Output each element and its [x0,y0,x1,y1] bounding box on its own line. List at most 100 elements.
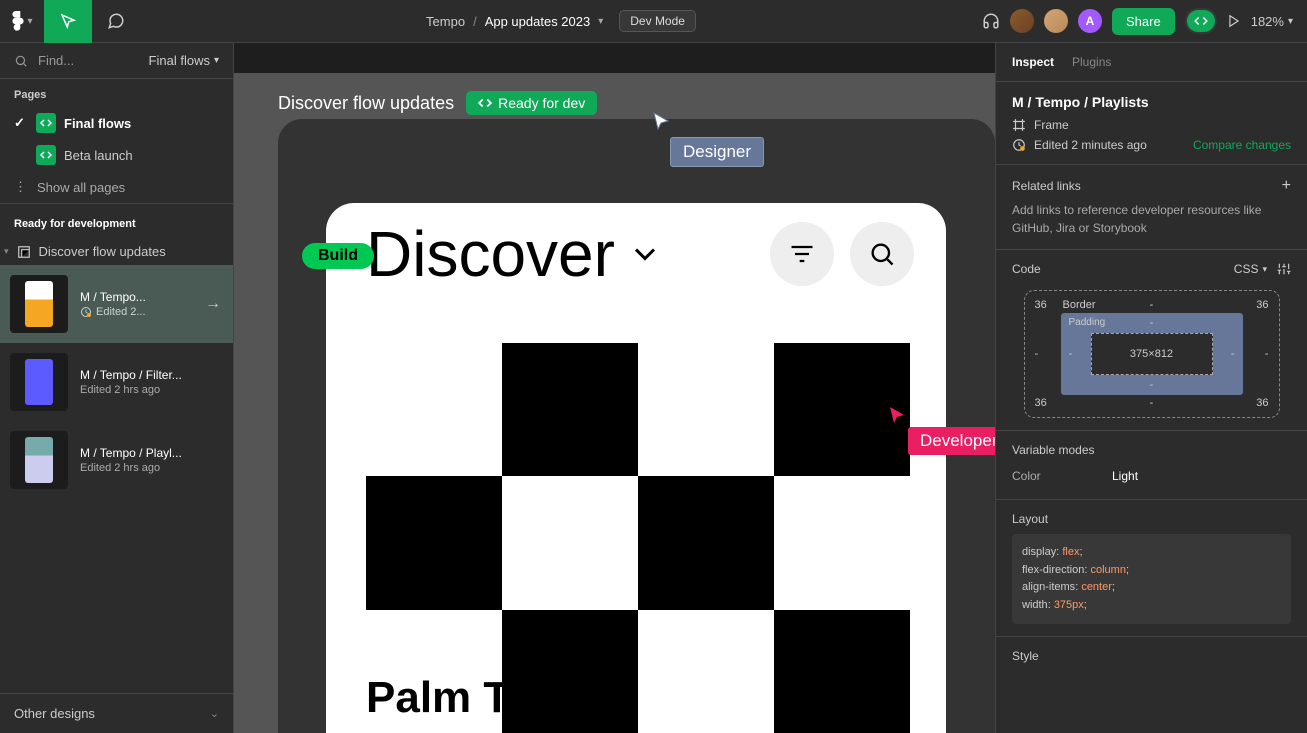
dev-mode-toggle[interactable] [1185,8,1217,34]
search-input[interactable]: Find... [14,53,74,68]
chevron-down-icon[interactable]: ▾ [598,16,603,27]
content-title: Palm Trees [366,673,598,723]
code-icon [1187,10,1215,32]
thumbnail-title: M / Tempo / Playl... [80,446,223,460]
edited-timestamp: Edited 2 minutes ago [1034,138,1147,152]
flow-icon [17,245,31,259]
thumbnail-title: M / Tempo / Filter... [80,368,223,382]
discover-heading: Discover [366,217,663,291]
search-button[interactable] [850,222,914,286]
canvas-frame-header: Discover flow updates Ready for dev [278,91,597,115]
code-language-select[interactable]: CSS ▾ [1234,262,1267,276]
user-avatar-2[interactable] [1044,9,1068,33]
thumbnail [10,431,68,489]
variable-color-value: Light [1112,469,1138,483]
user-avatar-self[interactable]: A [1078,9,1102,33]
ready-section-header: Ready for development [0,203,233,238]
page-item-final-flows[interactable]: ✓ Final flows [0,107,233,139]
zoom-control[interactable]: 182% ▾ [1251,14,1293,29]
topbar-left: ▾ [0,0,140,42]
variable-modes-label: Variable modes [1012,443,1291,457]
thumbnail-title: M / Tempo... [80,290,223,304]
designer-cursor-label: Designer [670,137,764,167]
left-sidebar: Find... Final flows ▾ Pages ✓ Final flow… [0,43,234,733]
page-name: Final flows [64,116,131,131]
pages-header: Pages [0,79,233,107]
chevron-down-icon: ▾ [1262,264,1267,275]
frame-thumbnail-item[interactable]: M / Tempo / Filter... Edited 2 hrs ago [0,343,233,421]
layout-label: Layout [1012,512,1291,526]
settings-icon[interactable] [1277,262,1291,276]
developer-cursor-icon [888,405,908,429]
play-icon[interactable] [1227,14,1241,28]
show-all-label: Show all pages [37,180,125,195]
chevron-down-icon: ▾ [214,55,219,66]
style-label: Style [1012,649,1291,663]
other-designs-section[interactable]: Other designs ⌄ [0,693,233,733]
ready-for-dev-badge[interactable]: Ready for dev [466,91,597,115]
chevron-down-icon: ▾ [1288,16,1293,27]
padding-label: Padding [1069,317,1106,328]
thumbnail [10,353,68,411]
frame-thumbnail-item[interactable]: M / Tempo / Playl... Edited 2 hrs ago [0,421,233,499]
inspect-tabs: Inspect Plugins [996,43,1307,82]
page-name: Beta launch [64,148,133,163]
breadcrumb: Tempo / App updates 2023 ▾ Dev Mode [140,10,982,32]
search-row: Find... Final flows ▾ [0,43,233,79]
zoom-value: 182% [1251,14,1284,29]
padding-box: Padding - - - - 375×812 [1061,313,1243,395]
frame-thumbnail-item[interactable]: M / Tempo... Edited 2... → [0,265,233,343]
frame-type-row: Frame [1012,118,1291,132]
page-item-beta-launch[interactable]: Beta launch [0,139,233,171]
tab-inspect[interactable]: Inspect [1012,55,1054,69]
headphones-icon[interactable] [982,12,1000,30]
search-placeholder: Find... [38,53,74,68]
content-size: 375×812 [1091,333,1213,375]
move-tool-button[interactable] [44,0,92,43]
clock-icon [80,306,92,318]
search-icon [14,54,28,68]
user-avatar-1[interactable] [1010,9,1034,33]
caret-icon: ▾ [4,246,9,257]
page-dropdown[interactable]: Final flows ▾ [149,53,219,68]
share-button[interactable]: Share [1112,8,1175,35]
dots-icon: ⋮ [14,179,27,195]
tab-plugins[interactable]: Plugins [1072,55,1111,69]
css-code-block[interactable]: display: flex; flex-direction: column; a… [1012,534,1291,624]
dev-page-icon [36,145,56,165]
filter-button[interactable] [770,222,834,286]
page-dropdown-label: Final flows [149,53,210,68]
add-link-button[interactable]: + [1282,177,1291,195]
chevron-down-icon: ⌄ [210,707,219,720]
breadcrumb-file[interactable]: App updates 2023 [485,14,591,29]
thumbnail-subtitle: Edited 2 hrs ago [80,462,223,474]
topbar: ▾ Tempo / App updates 2023 ▾ Dev Mode A … [0,0,1307,43]
frame-icon [1012,118,1026,132]
compare-changes-link[interactable]: Compare changes [1193,138,1291,152]
chevron-down-icon [627,236,663,272]
border-label: Border [1063,299,1096,311]
dev-mode-badge[interactable]: Dev Mode [619,10,696,32]
dev-page-icon [36,113,56,133]
right-sidebar: Inspect Plugins M / Tempo / Playlists Fr… [995,43,1307,733]
thumbnail [10,275,68,333]
developer-cursor-label: Developer [908,427,995,455]
search-icon [868,240,896,268]
canvas-frame-title: Discover flow updates [278,93,454,114]
show-all-pages[interactable]: ⋮ Show all pages [0,171,233,203]
breadcrumb-project[interactable]: Tempo [426,14,465,29]
app-screen-mockup: Discover Palm Trees [326,203,946,733]
selected-frame-path: M / Tempo / Playlists [1012,94,1291,110]
thumbnail-subtitle: Edited 2 hrs ago [80,384,223,396]
box-model-diagram: Border 36 36 36 36 - - - - Padding - - -… [1024,290,1280,418]
breadcrumb-separator: / [473,14,477,29]
comment-tool-button[interactable] [92,0,140,43]
canvas[interactable]: Discover flow updates Ready for dev Buil… [234,43,995,733]
filter-icon [788,240,816,268]
code-icon [478,96,492,110]
figma-logo-button[interactable]: ▾ [0,0,44,43]
flow-item[interactable]: ▾ Discover flow updates [0,238,233,265]
flow-name: Discover flow updates [39,244,166,259]
variable-color-label: Color [1012,469,1072,483]
designer-cursor-icon [652,111,672,135]
